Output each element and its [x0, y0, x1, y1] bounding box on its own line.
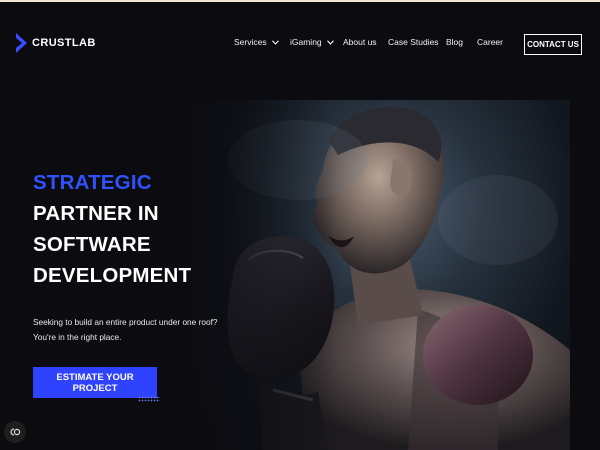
cookie-settings-button[interactable] — [4, 421, 26, 443]
hero-subtext-line-1: Seeking to build an entire product under… — [33, 317, 218, 327]
contact-us-button[interactable]: CONTACT US — [524, 34, 582, 55]
headline-accent: STRATEGIC — [33, 171, 152, 194]
hero-headline: STRATEGIC PARTNER IN SOFTWARE DEVELOPMEN… — [33, 167, 223, 291]
nav-item-igaming[interactable]: iGaming — [290, 37, 334, 47]
hero-subtext: Seeking to build an entire product under… — [33, 315, 218, 345]
headline-line-3: DEVELOPMENT — [33, 264, 192, 287]
headline-line-2: SOFTWARE — [33, 233, 151, 256]
decorative-dots — [138, 396, 160, 402]
nav-item-label: Blog — [446, 37, 464, 47]
chevron-down-icon — [271, 39, 279, 45]
nav-item-label: Case Studies — [388, 37, 439, 47]
nav-item-about-us[interactable]: About us — [343, 37, 377, 47]
nav-item-label: About us — [343, 37, 377, 47]
chevron-down-icon — [326, 39, 334, 45]
main-nav: Services iGaming About us Case Studies B… — [0, 37, 600, 51]
nav-item-label: Services — [234, 37, 267, 47]
nav-item-label: Career — [477, 37, 503, 47]
nav-item-case-studies[interactable]: Case Studies — [388, 37, 439, 47]
site-header: CRUSTLAB Services iGaming About us Case … — [0, 2, 600, 72]
headline-line-1: PARTNER IN — [33, 202, 159, 225]
nav-item-label: iGaming — [290, 37, 322, 47]
nav-item-services[interactable]: Services — [234, 37, 279, 47]
hero-subtext-line-2: You're in the right place. — [33, 332, 122, 342]
estimate-project-button[interactable]: ESTIMATE YOUR PROJECT — [33, 367, 157, 398]
nav-item-career[interactable]: Career — [477, 37, 503, 47]
nav-item-blog[interactable]: Blog — [446, 37, 463, 47]
cookie-settings-icon — [10, 428, 21, 436]
